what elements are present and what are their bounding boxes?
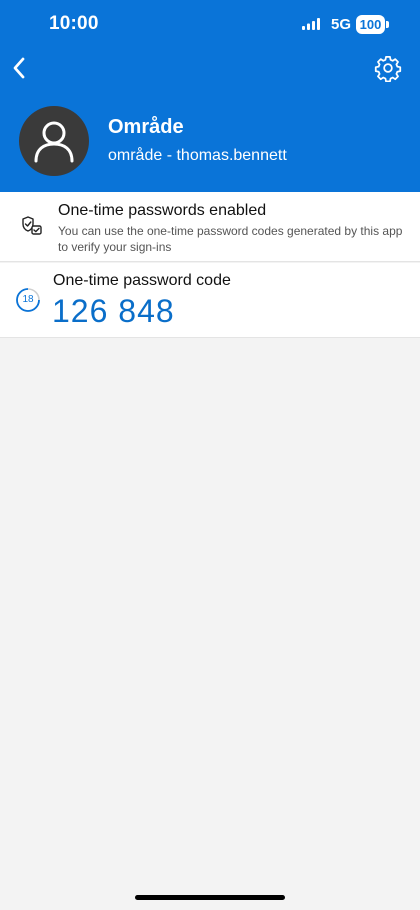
avatar xyxy=(19,106,89,176)
shield-check-icon xyxy=(22,216,42,235)
otp-enabled-row: One-time passwords enabled You can use t… xyxy=(0,192,420,262)
battery-icon: 100 xyxy=(356,15,389,34)
gear-icon xyxy=(374,56,402,83)
otp-code-value[interactable]: 126 848 xyxy=(52,293,175,330)
otp-code-label: One-time password code xyxy=(53,272,231,289)
home-indicator[interactable] xyxy=(135,895,285,900)
network-type: 5G xyxy=(331,16,352,33)
account-name: Område xyxy=(108,116,184,138)
otp-enabled-title: One-time passwords enabled xyxy=(58,202,267,219)
battery-level: 100 xyxy=(356,15,385,34)
otp-code-row[interactable]: 18 One-time password code 126 848 xyxy=(0,263,420,338)
countdown-seconds: 18 xyxy=(22,294,34,305)
settings-button[interactable] xyxy=(374,54,402,83)
account-header: 10:00 5G 100 Område område - thomas.benn… xyxy=(0,0,420,192)
account-detail: område - thomas.bennett xyxy=(108,147,287,164)
otp-enabled-description: You can use the one-time password codes … xyxy=(58,224,403,254)
status-bar: 10:00 5G 100 xyxy=(0,0,420,50)
status-time: 10:00 xyxy=(49,13,99,34)
chevron-left-icon xyxy=(13,57,25,79)
signal-icon xyxy=(302,18,320,30)
back-button[interactable] xyxy=(6,52,34,84)
person-icon xyxy=(34,121,74,163)
